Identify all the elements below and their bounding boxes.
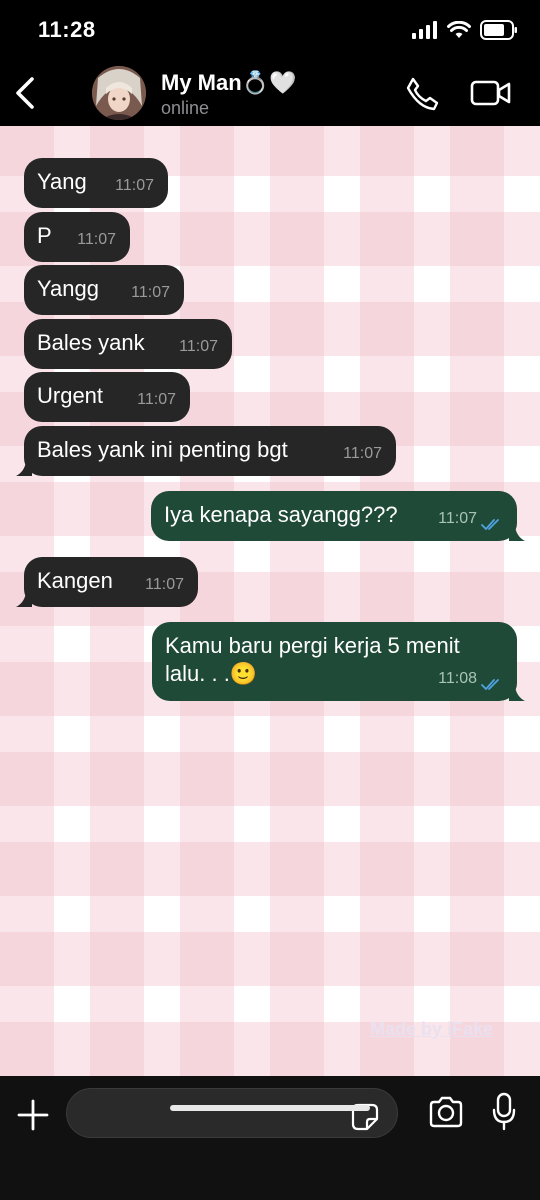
- status-time: 11:28: [38, 17, 96, 42]
- read-ticks-icon: [481, 679, 499, 691]
- message-time: 11:08: [438, 670, 477, 687]
- avatar[interactable]: [92, 66, 146, 120]
- chat-area[interactable]: Yang 11:07 P 11:07 Yangg 11:07 Bales yan…: [0, 126, 540, 1076]
- status-icons: [412, 20, 518, 40]
- contact-name[interactable]: My Man💍🤍: [161, 70, 296, 96]
- message-text: Bales yank ini penting bgt: [37, 437, 288, 462]
- input-bar: [0, 1076, 540, 1200]
- bubble-tail: [16, 462, 32, 476]
- message-incoming[interactable]: P 11:07: [24, 212, 130, 262]
- bubble-tail: [16, 593, 32, 607]
- message-incoming[interactable]: Bales yank ini penting bgt 11:07: [16, 426, 396, 476]
- message-time: 11:07: [145, 576, 184, 593]
- message-time: 11:07: [137, 391, 176, 408]
- message-time: 11:07: [115, 177, 154, 194]
- battery-icon: [480, 20, 517, 40]
- message-input[interactable]: [66, 1088, 398, 1138]
- message-outgoing[interactable]: Iya kenapa sayangg??? 11:07: [151, 491, 525, 541]
- message-text: Iya kenapa sayangg???: [164, 502, 398, 527]
- back-chevron-icon[interactable]: [12, 76, 38, 110]
- message-incoming[interactable]: Kangen 11:07: [16, 557, 198, 607]
- camera-icon[interactable]: [428, 1096, 464, 1128]
- contact-status: online: [161, 98, 210, 118]
- message-time: 11:07: [131, 284, 170, 301]
- microphone-icon[interactable]: [492, 1092, 516, 1132]
- message-time: 11:07: [438, 510, 477, 527]
- chat-header: My Man💍🤍 online: [0, 60, 540, 126]
- home-indicator[interactable]: [170, 1105, 370, 1111]
- message-incoming[interactable]: Urgent 11:07: [24, 372, 190, 422]
- signal-icon: [412, 21, 437, 39]
- status-bar: 11:28: [0, 0, 540, 60]
- message-text: Kangen: [37, 568, 113, 593]
- message-time: 11:07: [77, 231, 116, 248]
- message-text: Urgent: [37, 383, 104, 408]
- message-text: Yang: [37, 169, 87, 194]
- message-time: 11:07: [179, 338, 218, 355]
- message-time: 11:07: [343, 445, 382, 462]
- bubble-tail: [509, 527, 525, 541]
- message-text: Yangg: [37, 276, 99, 301]
- watermark: Made by iFake: [370, 1019, 494, 1039]
- video-camera-icon[interactable]: [470, 78, 512, 108]
- message-incoming[interactable]: Yang 11:07: [24, 158, 168, 208]
- phone-icon[interactable]: [404, 76, 440, 112]
- plus-icon[interactable]: [16, 1098, 50, 1132]
- message-incoming[interactable]: Bales yank 11:07: [24, 319, 232, 369]
- message-incoming[interactable]: Yangg 11:07: [24, 265, 184, 315]
- wifi-icon: [447, 21, 471, 38]
- message-text: P: [37, 223, 52, 248]
- avatar-image: [92, 66, 146, 120]
- bubble-tail: [509, 687, 525, 701]
- read-ticks-icon: [481, 519, 499, 531]
- message-text-line: Kamu baru pergi kerja 5 menit: [165, 633, 460, 658]
- message-outgoing[interactable]: Kamu baru pergi kerja 5 menit lalu. . .🙂…: [152, 622, 525, 701]
- message-text: Bales yank: [37, 330, 145, 355]
